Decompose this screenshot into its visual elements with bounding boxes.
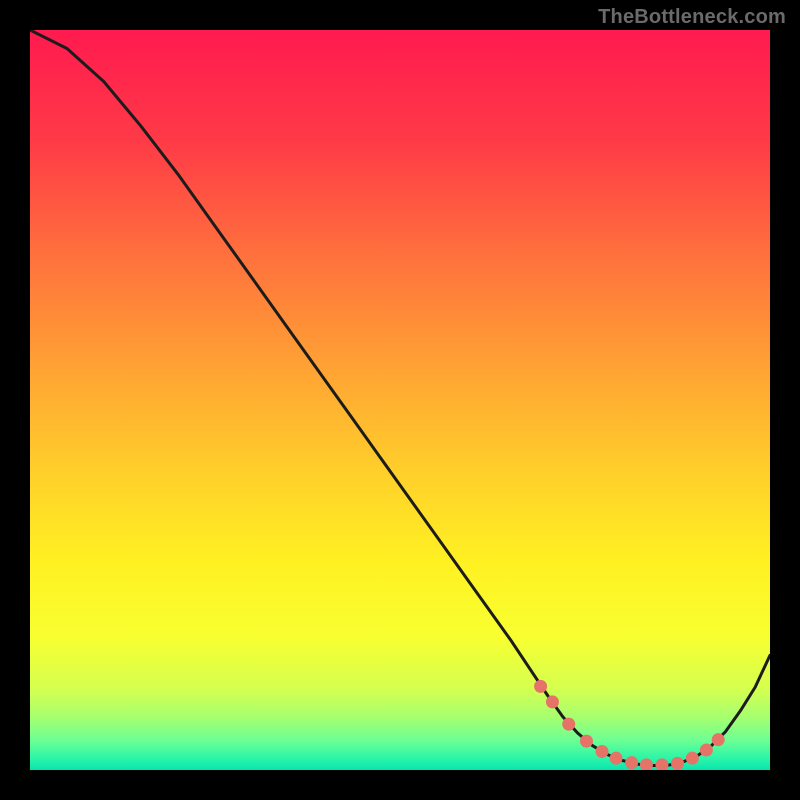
highlight-marker	[610, 752, 623, 765]
gradient-background	[30, 30, 770, 770]
highlight-marker	[534, 680, 547, 693]
plot-area	[30, 30, 770, 770]
watermark-text: TheBottleneck.com	[598, 6, 786, 29]
highlight-marker	[712, 733, 725, 746]
highlight-marker	[700, 744, 713, 757]
highlight-marker	[671, 757, 684, 770]
highlight-marker	[580, 735, 593, 748]
highlight-marker	[546, 695, 559, 708]
highlight-marker	[562, 718, 575, 731]
highlight-marker	[625, 756, 638, 769]
chart-svg	[30, 30, 770, 770]
highlight-marker	[686, 752, 699, 765]
highlight-marker	[596, 745, 609, 758]
chart-frame: TheBottleneck.com	[0, 0, 800, 800]
